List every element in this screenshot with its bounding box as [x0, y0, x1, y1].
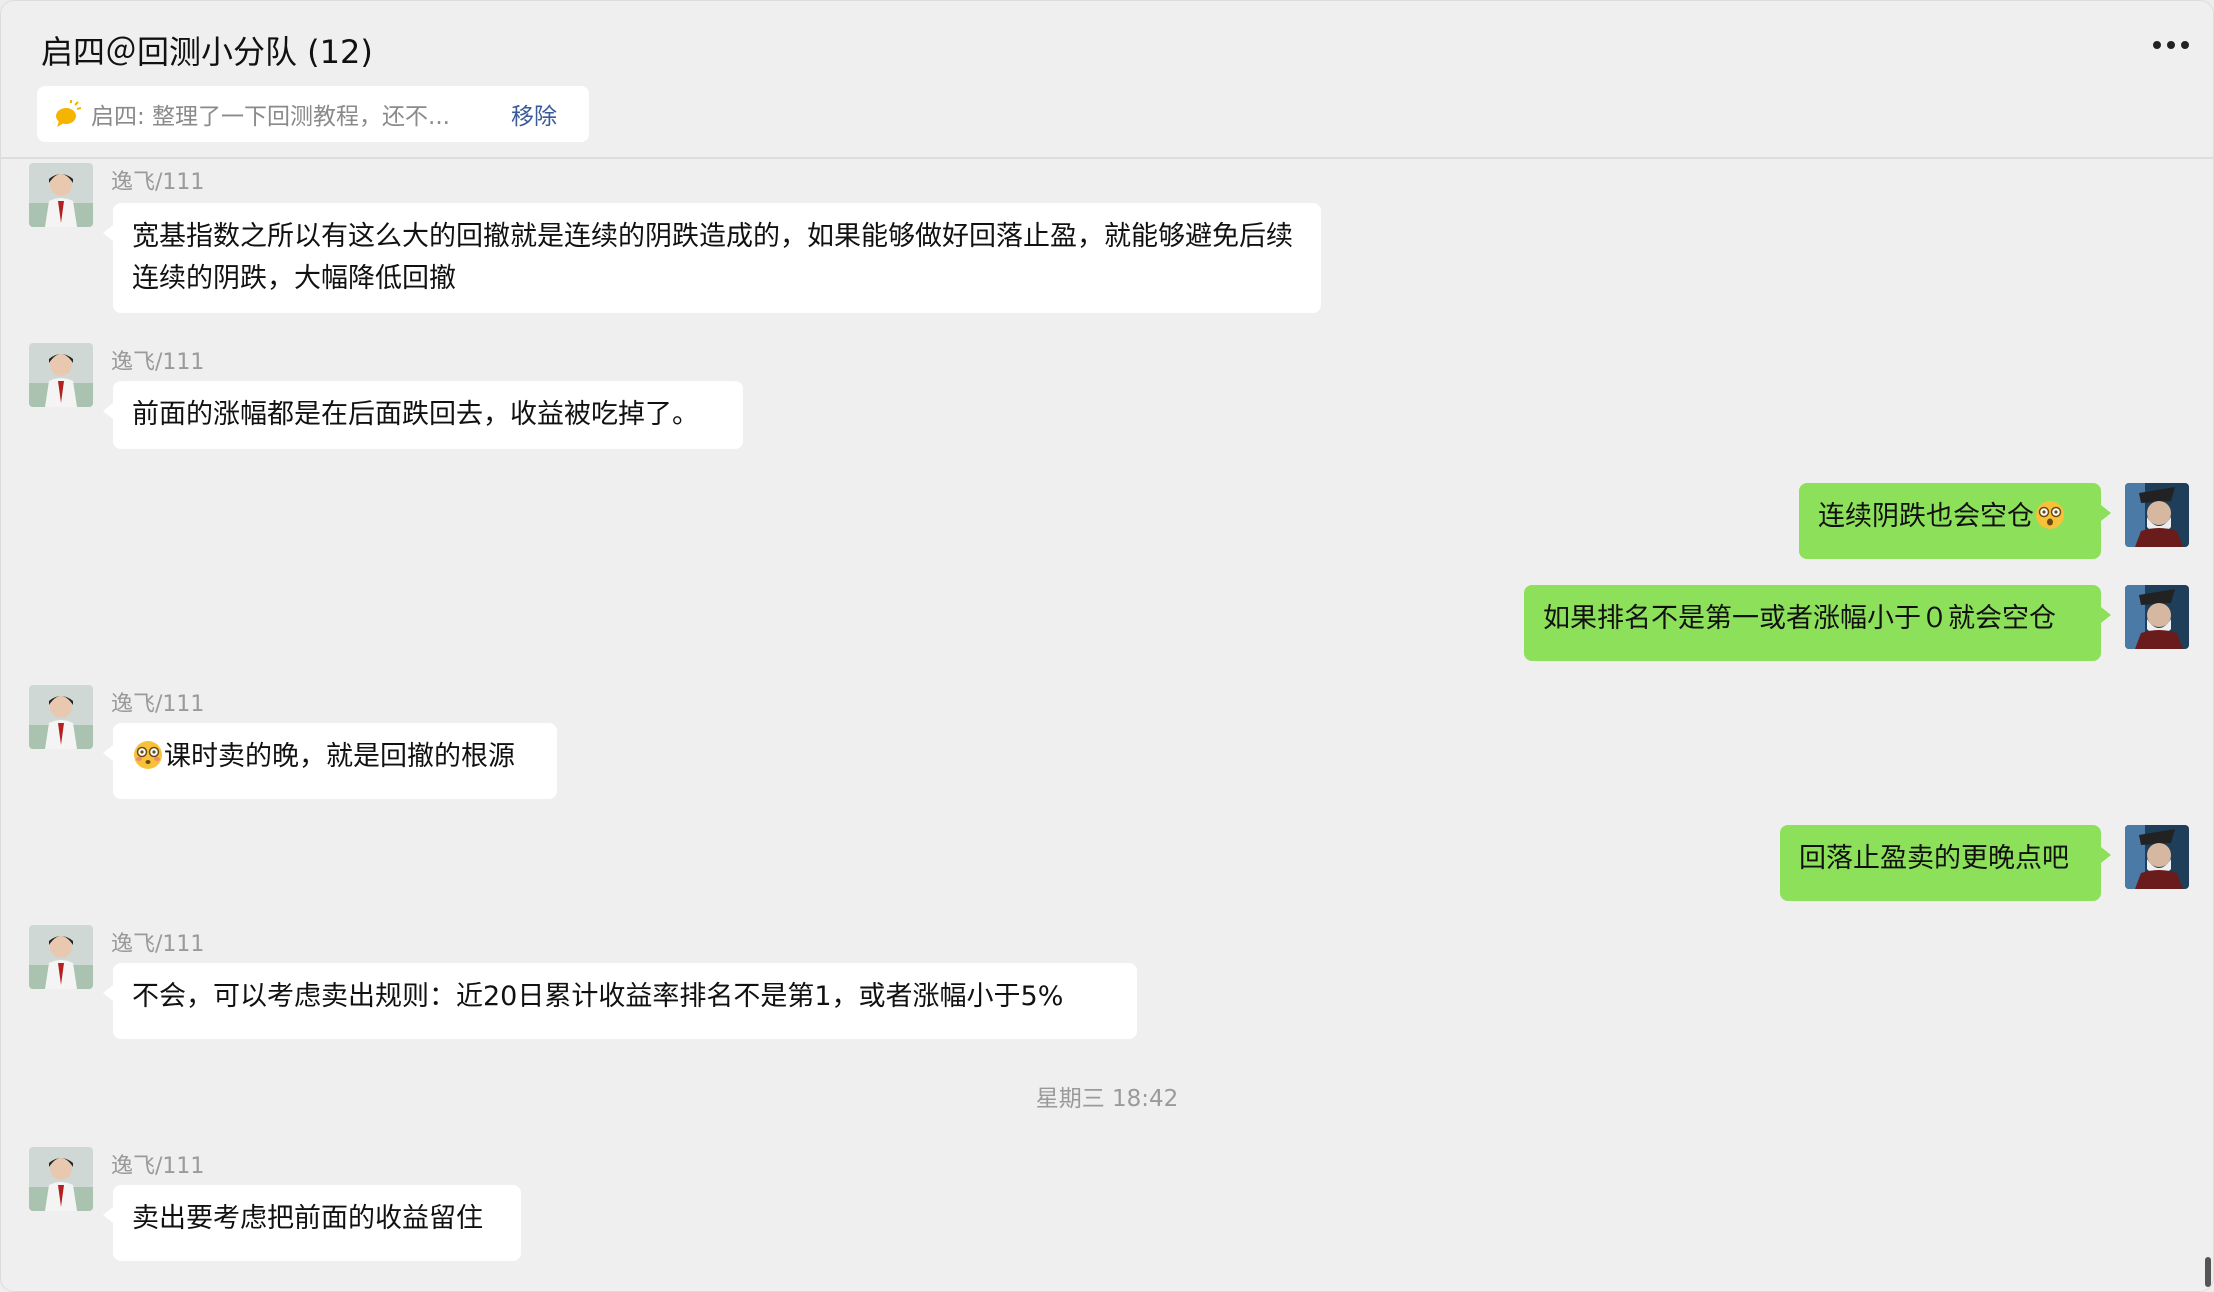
message-bubble[interactable]: 宽基指数之所以有这么大的回撤就是连续的阴跌造成的，如果能够做好回落止盈，就能够避… [103, 203, 1321, 313]
message-timestamp: 星期三 18:42 [1035, 1086, 1179, 1112]
more-dots-icon[interactable] [2151, 35, 2191, 55]
message-bubble[interactable]: 连续阴跌也会空仓 [1799, 483, 2111, 559]
sender-name: 逸飞/111 [111, 350, 205, 375]
my-avatar[interactable] [2125, 483, 2189, 547]
pinned-message-text: 启四: 整理了一下回测教程，还不... [91, 104, 450, 130]
sender-name: 逸飞/111 [111, 932, 205, 957]
my-avatar[interactable] [2125, 585, 2189, 649]
scrollbar[interactable] [2205, 1257, 2211, 1287]
chat-title: 启四＠回测小分队 (12) [41, 33, 373, 71]
message-bubble[interactable]: 课时卖的晚，就是回撤的根源 [103, 723, 557, 799]
chat-window: 启四＠回测小分队 (12) 启四: 整理了一下回测教程，还不... 移除 逸飞/… [0, 0, 2214, 1292]
message-bubble[interactable]: 如果排名不是第一或者涨幅小于０就会空仓 [1524, 585, 2111, 661]
chat-header: 启四＠回测小分队 (12) 启四: 整理了一下回测教程，还不... 移除 [1, 1, 2213, 159]
avatar[interactable] [29, 163, 93, 227]
sender-name: 逸飞/111 [111, 1154, 205, 1179]
sender-name: 逸飞/111 [111, 170, 205, 195]
message-text: 课时卖的晚，就是回撤的根源 [164, 741, 515, 772]
message-bubble[interactable]: 前面的涨幅都是在后面跌回去，收益被吃掉了。 [103, 381, 743, 449]
avatar[interactable] [29, 925, 93, 989]
avatar[interactable] [29, 685, 93, 749]
avatar[interactable] [29, 343, 93, 407]
sender-name: 逸飞/111 [111, 692, 205, 717]
flushed-face-emoji-icon [134, 741, 162, 769]
chat-bubble-icon [56, 100, 82, 127]
dizzy-face-emoji-icon [2036, 501, 2064, 529]
pinned-remove-button[interactable]: 移除 [511, 97, 557, 131]
message-text: 连续阴跌也会空仓 [1818, 501, 2034, 532]
message-bubble[interactable]: 不会，可以考虑卖出规则：近20日累计收益率排名不是第1，或者涨幅小于5% [103, 963, 1137, 1039]
my-avatar[interactable] [2125, 825, 2189, 889]
avatar [29, 1285, 93, 1291]
message-bubble[interactable]: 卖出要考虑把前面的收益留住 [103, 1185, 521, 1261]
avatar[interactable] [29, 1147, 93, 1211]
message-bubble[interactable]: 回落止盈卖的更晚点吧 [1780, 825, 2111, 901]
pinned-message[interactable]: 启四: 整理了一下回测教程，还不... 移除 [37, 86, 589, 142]
